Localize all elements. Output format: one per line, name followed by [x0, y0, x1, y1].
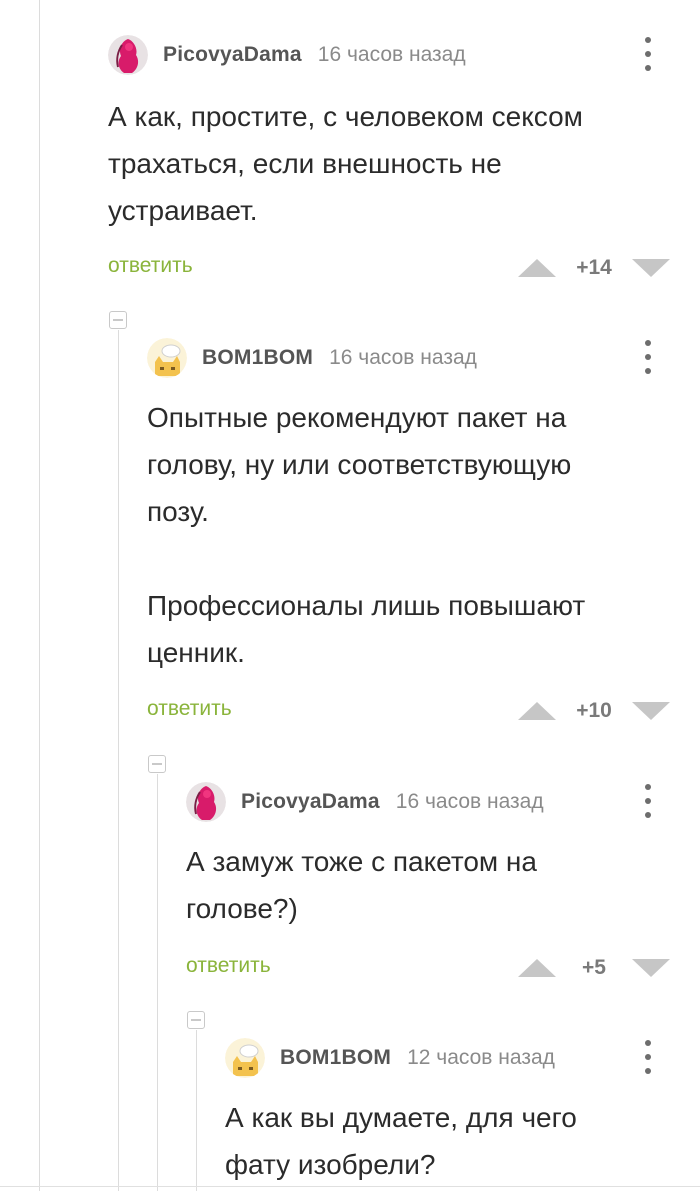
- comment-header: PicovyaDama 16 часов назад: [186, 782, 544, 822]
- comment-author[interactable]: PicovyaDama: [241, 790, 380, 814]
- thread-line: [118, 330, 119, 1191]
- comment-time: 16 часов назад: [329, 346, 477, 369]
- upvote-icon[interactable]: [518, 702, 556, 720]
- thread-line: [39, 0, 40, 1191]
- comment-author[interactable]: BOM1BOM: [280, 1046, 391, 1070]
- thread-line: [196, 1030, 197, 1191]
- user-avatar[interactable]: [186, 782, 226, 822]
- avatar-cat-icon: [225, 1038, 265, 1078]
- upvote-icon[interactable]: [518, 259, 556, 277]
- more-options-icon[interactable]: [644, 37, 652, 71]
- avatar-cat-icon: [147, 338, 187, 378]
- user-avatar[interactable]: [147, 338, 187, 378]
- more-options-icon[interactable]: [644, 1040, 652, 1074]
- comment-rating: +5: [518, 956, 670, 980]
- comment: BOM1BOM 16 часов назад Опытные рекоменду…: [147, 338, 700, 738]
- more-options-icon[interactable]: [644, 340, 652, 374]
- rating-score: +5: [582, 956, 606, 979]
- reply-button[interactable]: ответить: [147, 697, 232, 721]
- comment-text: А замуж тоже с пакетом на голове?): [186, 846, 537, 924]
- comment: PicovyaDama 16 часов назад А замуж тоже …: [186, 782, 700, 992]
- rating-score: +10: [576, 699, 612, 722]
- rating-score: +14: [576, 256, 612, 279]
- user-avatar[interactable]: [108, 35, 148, 75]
- collapse-thread-button[interactable]: [148, 755, 166, 773]
- comment-time: 16 часов назад: [395, 790, 544, 813]
- comment-header: BOM1BOM 12 часов назад: [225, 1038, 555, 1078]
- comment-text: А как вы думаете, для чего фату изобрели…: [225, 1102, 577, 1180]
- collapse-thread-button[interactable]: [187, 1011, 205, 1029]
- upvote-icon[interactable]: [518, 959, 556, 977]
- comment-text: А как, простите, с человеком сексом трах…: [108, 101, 583, 226]
- comment: BOM1BOM 12 часов назад А как вы думаете,…: [225, 1038, 700, 1191]
- comment-rating: +10: [518, 699, 670, 723]
- user-avatar[interactable]: [225, 1038, 265, 1078]
- thread-line: [157, 774, 158, 1191]
- comment-author[interactable]: PicovyaDama: [163, 43, 302, 67]
- more-options-icon[interactable]: [644, 784, 652, 818]
- downvote-icon[interactable]: [632, 259, 670, 277]
- downvote-icon[interactable]: [632, 702, 670, 720]
- comment-time: 16 часов назад: [317, 43, 466, 66]
- comment-text: Опытные рекомендуют пакет на голову, ну …: [147, 402, 586, 668]
- comment-author[interactable]: BOM1BOM: [202, 346, 313, 370]
- avatar-pink-figure-icon: [186, 782, 226, 822]
- collapse-thread-button[interactable]: [109, 311, 127, 329]
- reply-button[interactable]: ответить: [108, 254, 193, 278]
- avatar-pink-figure-icon: [108, 35, 148, 75]
- divider: [0, 1186, 700, 1187]
- comment-time: 12 часов назад: [407, 1046, 555, 1069]
- reply-button[interactable]: ответить: [186, 954, 271, 978]
- comment-header: BOM1BOM 16 часов назад: [147, 338, 477, 378]
- comment-header: PicovyaDama 16 часов назад: [108, 35, 466, 75]
- comment-rating: +14: [518, 256, 670, 280]
- downvote-icon[interactable]: [632, 959, 670, 977]
- comment: PicovyaDama 16 часов назад А как, прости…: [108, 35, 700, 295]
